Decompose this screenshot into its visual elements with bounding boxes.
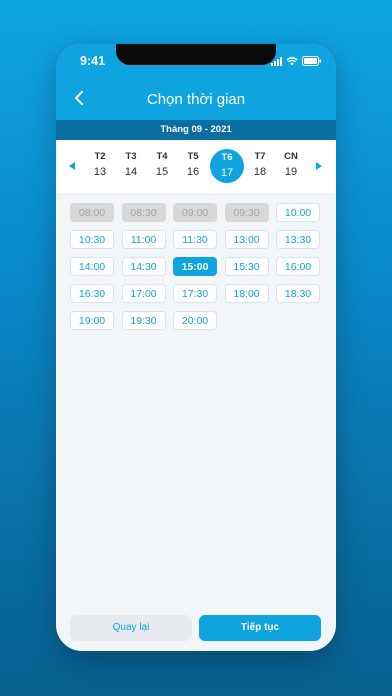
page-title: Chọn thời gian	[146, 91, 246, 108]
day-item[interactable]: T2 13	[84, 150, 116, 182]
time-slot: 08:30	[121, 203, 166, 222]
week-selector: T2 13 T3 14 T4 15 T5 16 T6 17 T7 18 CN 1…	[56, 140, 336, 195]
day-item[interactable]: CN 19	[275, 150, 307, 182]
time-slot[interactable]: 14:30	[121, 257, 166, 276]
day-item[interactable]: T7 18	[244, 150, 276, 182]
day-number: 13	[93, 166, 107, 178]
day-item[interactable]: T4 15	[146, 150, 178, 182]
time-slot[interactable]: 18:30	[276, 284, 320, 303]
day-name: T6	[221, 152, 233, 163]
app-header: 9:41 Chọn thời gian	[56, 44, 336, 120]
day-number: 14	[124, 166, 138, 178]
day-name: T3	[125, 151, 137, 162]
time-slot[interactable]: 19:00	[70, 311, 114, 330]
time-slot[interactable]: 16:00	[276, 257, 320, 276]
time-slot[interactable]: 19:30	[121, 311, 166, 330]
day-number: 19	[284, 166, 298, 178]
day-name: T5	[187, 151, 199, 162]
day-number: 17	[220, 167, 234, 179]
time-slot[interactable]: 11:30	[173, 230, 217, 249]
phone-screen: 9:41 Chọn thời gian Tháng 09 - 2021 T2 1…	[56, 44, 336, 651]
time-slot[interactable]: 13:30	[276, 230, 320, 249]
prev-week-icon[interactable]	[69, 162, 75, 170]
day-item-selected[interactable]: T6 17	[210, 149, 244, 183]
time-slot-selected[interactable]: 15:00	[173, 257, 217, 276]
day-name: T7	[254, 151, 266, 162]
device-notch	[116, 44, 276, 65]
time-slot[interactable]: 17:00	[121, 284, 166, 303]
status-time: 9:41	[80, 54, 106, 68]
time-slot[interactable]: 10:30	[70, 230, 114, 249]
time-slot[interactable]: 20:00	[173, 311, 217, 330]
wifi-icon	[286, 56, 298, 66]
time-slot[interactable]: 13:00	[224, 230, 269, 249]
day-number: 15	[155, 166, 169, 178]
time-slot: 08:00	[70, 203, 114, 222]
day-number: 16	[186, 166, 200, 178]
time-slot[interactable]: 16:30	[70, 284, 114, 303]
day-number: 18	[253, 166, 267, 178]
time-slot[interactable]: 11:00	[121, 230, 166, 249]
time-slot[interactable]: 18:00	[224, 284, 269, 303]
continue-button[interactable]: Tiếp tục	[199, 615, 321, 641]
signal-icon	[271, 56, 282, 66]
time-slot[interactable]: 14:00	[70, 257, 114, 276]
time-slot[interactable]: 10:00	[276, 203, 320, 222]
time-slot[interactable]: 15:30	[224, 257, 269, 276]
next-week-icon[interactable]	[316, 162, 322, 170]
day-name: CN	[284, 151, 298, 162]
time-slot: 09:30	[224, 203, 269, 222]
back-button[interactable]: Quay lại	[70, 615, 192, 641]
time-slot[interactable]: 17:30	[173, 284, 217, 303]
battery-icon	[302, 56, 322, 66]
day-item[interactable]: T3 14	[115, 150, 147, 182]
day-name: T2	[94, 151, 106, 162]
status-icons	[271, 56, 322, 66]
day-item[interactable]: T5 16	[177, 150, 209, 182]
month-label: Tháng 09 - 2021	[56, 120, 336, 140]
day-name: T4	[156, 151, 168, 162]
time-slot: 09:00	[173, 203, 217, 222]
